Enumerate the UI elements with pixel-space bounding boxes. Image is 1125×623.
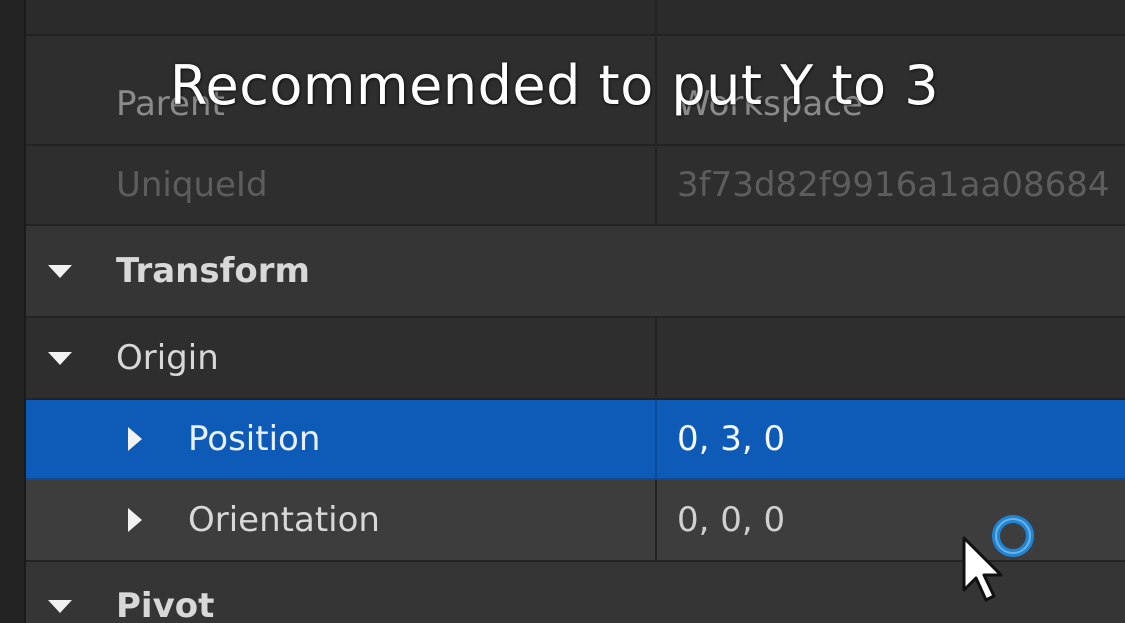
video-caption: Recommended to put Y to 3 [169,54,940,117]
section-header-transform[interactable]: Transform [26,226,1125,318]
property-label-orientation: Orientation [188,500,380,540]
caret-right-icon[interactable] [128,427,142,451]
property-group-origin[interactable]: Origin [26,318,1125,400]
mouse-pointer-icon [962,536,1003,602]
property-row-position[interactable]: Position 0, 3, 0 [26,400,1125,480]
property-value-position[interactable]: 0, 3, 0 [677,419,785,459]
properties-panel: Parent Workspace UniqueId 3f73d82f9916a1… [0,0,1125,623]
section-label-pivot: Pivot [116,586,215,623]
previous-row-fragment [26,0,1125,36]
property-value-orientation[interactable]: 0, 0, 0 [677,500,785,540]
property-label-origin: Origin [116,338,219,378]
section-label-transform: Transform [116,251,310,291]
property-name-cell: UniqueId [26,146,657,224]
property-row-orientation[interactable]: Orientation 0, 0, 0 [26,480,1125,562]
caret-down-icon[interactable] [48,352,72,365]
property-label-position: Position [188,419,321,459]
property-value-cell: 3f73d82f9916a1aa08684 [657,146,1125,224]
property-value-cell[interactable]: 0, 3, 0 [657,400,1125,478]
caret-right-icon[interactable] [128,508,142,532]
property-label-uniqueid: UniqueId [116,165,268,205]
caret-down-icon[interactable] [48,265,72,278]
property-row-uniqueid[interactable]: UniqueId 3f73d82f9916a1aa08684 [26,146,1125,226]
property-value-cell[interactable]: 0, 0, 0 [657,480,1125,560]
property-name-cell: Origin [26,318,657,398]
property-value-uniqueid: 3f73d82f9916a1aa08684 [677,165,1110,205]
property-name-cell: Orientation [26,480,657,560]
property-name-cell: Position [26,400,657,478]
caret-down-icon[interactable] [48,600,72,613]
section-header-pivot[interactable]: Pivot [26,562,1125,623]
property-value-cell [657,318,1125,398]
